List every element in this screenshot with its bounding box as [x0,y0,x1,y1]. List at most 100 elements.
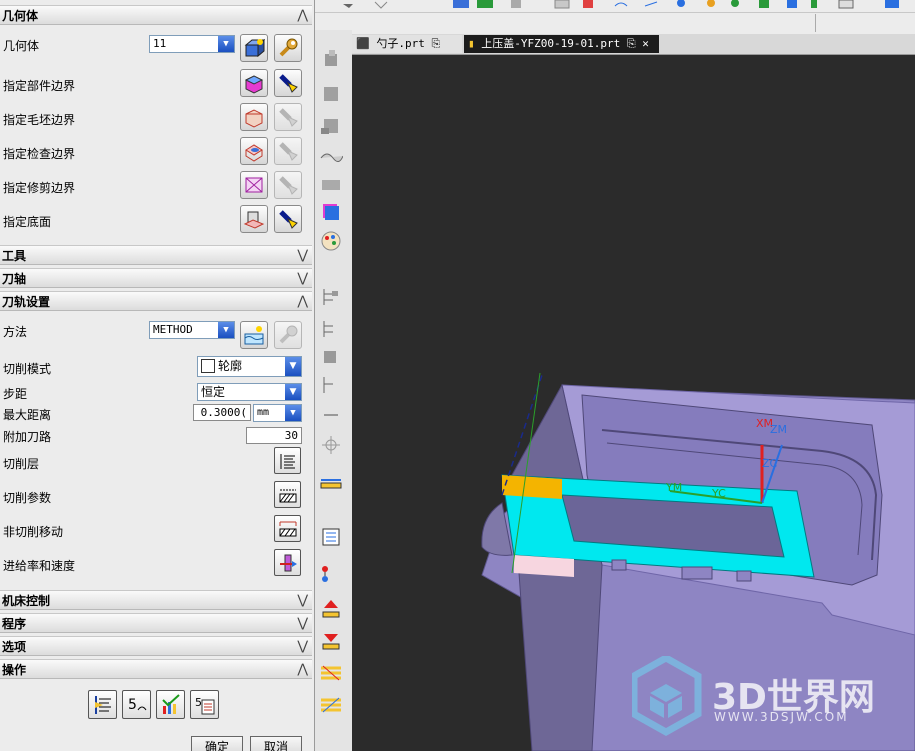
list-icon[interactable] [319,526,343,548]
non-cutting-moves-button[interactable] [274,515,301,542]
resource-bar [315,30,352,751]
method-select-value: METHOD [153,323,193,336]
cut-pattern-select[interactable]: 轮廓 ▼ [197,356,302,377]
arrow-icon[interactable] [319,404,343,426]
toolbar-shape-icon [343,4,353,8]
stepover-select[interactable]: 恒定 ▼ [197,383,302,401]
section-actions-title: 操作 [2,663,27,677]
method-label: 方法 [3,325,28,339]
trim-boundary-icon [245,177,263,193]
cutting-params-label: 切削参数 [3,491,52,505]
cut-pattern-value: 轮廓 [218,359,243,373]
dropdown-arrow-icon[interactable]: ▼ [285,405,301,421]
section-geometry[interactable]: 几何体 ⋀ [0,5,312,25]
layers-icon[interactable] [319,694,343,716]
method-select[interactable]: METHOD ▼ [149,321,235,339]
specify-blank-boundary-button[interactable] [240,103,268,131]
flashlight-icon [279,176,298,195]
max-distance-unit-select[interactable]: mm ▼ [253,404,302,422]
collapse-icon[interactable]: ⋀ [297,660,308,680]
expand-icon[interactable]: ⋁ [297,591,308,611]
display-part-boundary-button[interactable] [274,69,302,97]
edit-geometry-button[interactable] [274,34,302,62]
tab-upper-cover[interactable]: ▮ 上压盖-YFZ00-19-01.prt ⎘ ✕ [464,35,659,53]
geometry-select[interactable]: 11 ▼ [149,35,235,53]
section-tools[interactable]: 工具 ⋁ [0,245,312,265]
specify-part-boundary-button[interactable] [240,69,268,97]
cube-icon[interactable] [319,82,343,104]
section-tool-axis[interactable]: 刀轴 ⋁ [0,268,312,288]
move-up-icon[interactable] [319,598,343,620]
move-down-icon[interactable] [319,630,343,652]
triad-zm-label: ZM [770,423,787,436]
generate-button[interactable] [88,690,117,719]
section-actions[interactable]: 操作 ⋀ [0,659,312,679]
flashlight-icon [279,210,298,229]
display-trim-boundary-button[interactable] [274,171,302,199]
expand-icon[interactable]: ⋁ [297,246,308,266]
toolbar-sphere-icon [707,0,715,7]
list-button[interactable]: 5 [190,690,219,719]
tree-icon[interactable] [319,374,343,396]
crosshair-icon[interactable] [319,434,343,456]
section-machine-control[interactable]: 机床控制 ⋁ [0,590,312,610]
collapse-icon[interactable]: ⋀ [297,292,308,312]
additional-passes-input[interactable]: 30 [246,427,302,444]
cube-icon[interactable] [319,346,343,368]
profile-pattern-icon [201,359,215,373]
verify-button[interactable] [156,690,185,719]
section-geometry-title: 几何体 [2,9,39,23]
cancel-button[interactable]: 取消 [250,736,302,751]
new-geometry-button[interactable] [240,34,268,62]
navigator-icon[interactable] [319,48,343,70]
display-blank-boundary-button[interactable] [274,103,302,131]
feeds-speeds-button[interactable] [274,549,301,576]
expand-icon[interactable]: ⋁ [297,614,308,634]
toolbar-line-icon [644,1,658,7]
part-boundary-icon [244,75,264,94]
toolbar-axis-icon [374,1,388,9]
graphics-viewport[interactable]: XM ZM ZC YM YC [352,55,915,751]
expand-icon[interactable]: ⋁ [297,269,308,289]
layers-icon[interactable] [319,662,343,684]
section-program[interactable]: 程序 ⋁ [0,613,312,633]
ok-button[interactable]: 确定 [191,736,243,751]
tree-icon[interactable] [319,318,343,340]
section-path-settings-title: 刀轨设置 [2,295,51,309]
surface-icon[interactable] [319,142,343,164]
ruler-icon[interactable] [319,474,343,496]
section-path-settings[interactable]: 刀轨设置 ⋀ [0,291,312,311]
dropdown-arrow-icon[interactable]: ▼ [218,322,234,338]
palette-icon[interactable] [319,230,343,252]
specify-floor-button[interactable] [240,205,268,233]
main-toolbar [315,0,915,35]
display-floor-button[interactable] [274,205,302,233]
specify-trim-boundary-button[interactable] [240,171,268,199]
tree-icon[interactable] [319,286,343,308]
new-method-button[interactable] [240,321,268,349]
specify-check-boundary-button[interactable] [240,137,268,165]
cutting-params-button[interactable] [274,481,301,508]
dropdown-arrow-icon[interactable]: ▼ [218,36,234,52]
hierarchy-icon[interactable] [319,563,343,585]
flashlight-icon [279,74,298,93]
section-program-title: 程序 [2,617,27,631]
dropdown-arrow-icon[interactable]: ▼ [285,357,301,376]
dropdown-arrow-icon[interactable]: ▼ [285,384,301,400]
book-icon[interactable] [319,200,343,222]
edit-method-button[interactable] [274,321,302,349]
feeds-speeds-label: 进给率和速度 [3,559,76,573]
toolbar-icons [315,0,915,32]
new-method-icon [244,326,264,345]
surface-icon[interactable] [319,172,343,194]
expand-icon[interactable]: ⋁ [297,637,308,657]
display-check-boundary-button[interactable] [274,137,302,165]
collapse-icon[interactable]: ⋀ [297,6,308,26]
tab-spoon[interactable]: ⬛ 勺子.prt ⎘ [352,35,462,53]
cut-levels-button[interactable] [274,447,301,474]
close-icon[interactable]: ✕ [642,37,649,50]
cube-icon[interactable] [319,114,343,136]
replay-button[interactable]: 5 [122,690,151,719]
section-options[interactable]: 选项 ⋁ [0,636,312,656]
max-distance-input[interactable]: 0.3000( [193,404,251,421]
